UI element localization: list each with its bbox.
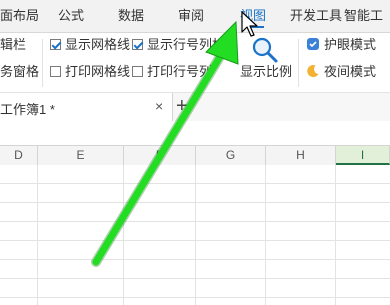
show-gridlines-label: 显示网格线 — [65, 37, 131, 52]
zoom-label: 显示比例 — [240, 64, 293, 79]
tab-review[interactable]: 审阅 — [178, 0, 204, 32]
formula-area — [0, 121, 390, 145]
print-row-col-headers-checkbox[interactable]: 打印行号列 — [132, 64, 212, 80]
checkbox-unchecked-icon — [50, 66, 61, 77]
view-toolbar: 辑栏 务窗格 显示网格线 显示行号列标 打印网格线 打印行号列 显示比例 护眼模… — [0, 33, 390, 91]
new-tab-button[interactable]: + — [176, 95, 188, 117]
magnifier-icon — [252, 37, 278, 63]
zoom-button[interactable]: 显示比例 — [236, 33, 294, 89]
checkbox-unchecked-icon — [132, 66, 143, 77]
column-header-e[interactable]: E — [38, 146, 124, 165]
column-header-f[interactable]: F — [124, 146, 196, 165]
cell-grid[interactable] — [0, 165, 390, 305]
grid-line — [0, 297, 390, 298]
moon-icon — [307, 65, 319, 78]
print-row-col-headers-label: 打印行号列 — [147, 64, 213, 79]
document-tab-bar: 工作簿1 * × + — [0, 92, 390, 122]
grid-line — [0, 221, 390, 222]
checkbox-checked-icon — [132, 39, 143, 50]
eye-protection-button[interactable]: 护眼模式 — [306, 37, 376, 53]
column-header-row: D E F G H I — [0, 145, 390, 166]
toolbar-separator — [42, 39, 43, 87]
grid-line — [335, 165, 336, 305]
column-header-g[interactable]: G — [196, 146, 266, 165]
grid-line — [0, 240, 390, 241]
tab-view[interactable]: 视图 — [240, 0, 266, 32]
document-tab[interactable]: 工作簿1 * × — [0, 93, 173, 121]
ribbon-tab-bar: 面布局 公式 数据 审阅 视图 开发工具 智能工 — [0, 0, 390, 33]
print-gridlines-checkbox[interactable]: 打印网格线 — [50, 64, 130, 80]
checkbox-checked-icon — [50, 39, 61, 50]
toolbar-separator — [298, 39, 299, 87]
formula-bar-toggle[interactable]: 辑栏 — [0, 37, 26, 53]
print-gridlines-label: 打印网格线 — [65, 64, 131, 79]
grid-line — [0, 278, 390, 279]
document-tab-title: 工作簿1 * — [0, 102, 55, 117]
grid-line — [0, 183, 390, 184]
tab-page-layout[interactable]: 面布局 — [0, 0, 39, 32]
grid-line — [195, 165, 196, 305]
column-header-i[interactable]: I — [336, 146, 390, 165]
grid-line — [123, 165, 124, 305]
grid-line — [265, 165, 266, 305]
column-header-h[interactable]: H — [266, 146, 336, 165]
grid-line — [0, 259, 390, 260]
eye-protection-label: 护眼模式 — [324, 37, 377, 52]
show-row-col-headers-checkbox[interactable]: 显示行号列标 — [132, 37, 225, 53]
night-mode-button[interactable]: 夜间模式 — [306, 64, 376, 80]
grid-line — [0, 202, 390, 203]
task-pane-toggle[interactable]: 务窗格 — [0, 64, 39, 80]
tab-smart-tools[interactable]: 智能工 — [344, 0, 383, 32]
column-header-d[interactable]: D — [0, 146, 38, 165]
grid-line — [37, 165, 38, 305]
night-mode-label: 夜间模式 — [324, 64, 377, 79]
show-gridlines-checkbox[interactable]: 显示网格线 — [50, 37, 130, 53]
eye-protection-icon — [307, 38, 319, 50]
show-row-col-headers-label: 显示行号列标 — [147, 37, 226, 52]
tab-developer-tools[interactable]: 开发工具 — [290, 0, 342, 32]
close-icon[interactable]: × — [155, 98, 163, 114]
tab-data[interactable]: 数据 — [118, 0, 144, 32]
tab-formulas[interactable]: 公式 — [58, 0, 84, 32]
